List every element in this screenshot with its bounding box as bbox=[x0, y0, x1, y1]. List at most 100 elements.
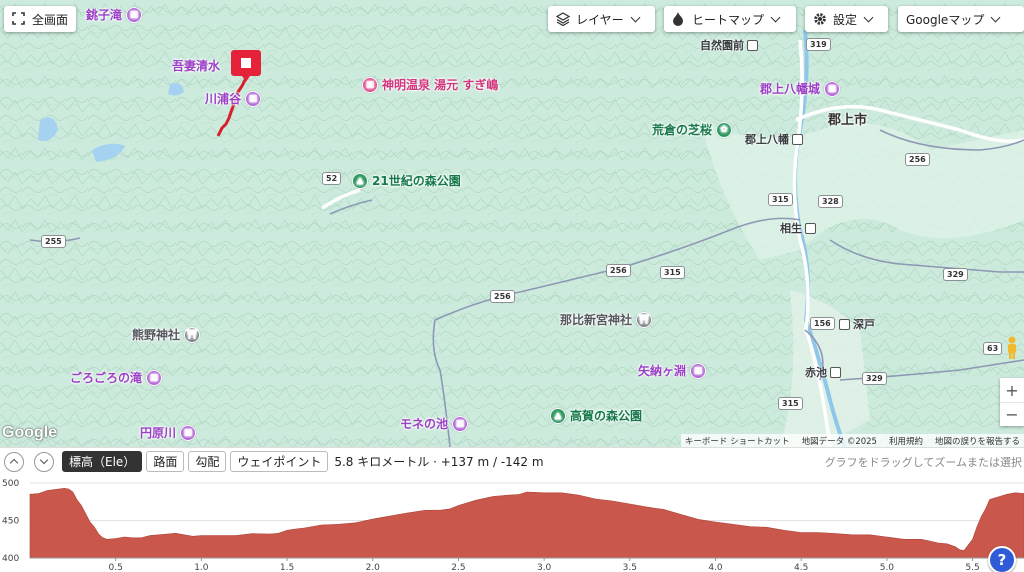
map-data-credit: 地図データ ©2025 bbox=[801, 436, 877, 447]
route-shield: 156 bbox=[810, 317, 835, 330]
fullscreen-button[interactable]: 全画面 bbox=[4, 6, 77, 32]
station-fukado[interactable]: 深戸 bbox=[836, 316, 875, 332]
map-attribution: キーボード ショートカット 地図データ ©2025 利用規約 地図の誤りを報告す… bbox=[680, 434, 1024, 447]
station-icon bbox=[839, 318, 850, 330]
keyboard-shortcuts-link[interactable]: キーボード ショートカット bbox=[685, 435, 790, 447]
town-gujo-city: 郡上市 bbox=[828, 113, 868, 128]
x-tick-label: 0.5 bbox=[109, 563, 123, 572]
collapse-up-button[interactable] bbox=[4, 451, 24, 472]
x-tick-label: 4.0 bbox=[708, 563, 723, 572]
report-error-link[interactable]: 地図の誤りを報告する bbox=[935, 435, 1020, 447]
settings-dropdown[interactable]: 設定 bbox=[805, 6, 888, 32]
place-yanagase[interactable]: 矢納ヶ淵 ▦ bbox=[638, 362, 707, 379]
google-logo: Google bbox=[2, 424, 58, 441]
x-tick-label: 2.5 bbox=[451, 563, 465, 572]
station-icon bbox=[747, 39, 758, 51]
tab-elevation[interactable]: 標高（Ele） bbox=[62, 451, 143, 472]
y-tick-label: 500 bbox=[2, 479, 19, 489]
chevron-down-icon bbox=[39, 455, 49, 465]
x-tick-label: 3.5 bbox=[623, 563, 637, 572]
chevron-down-icon bbox=[863, 12, 874, 22]
place-kumano-jinja[interactable]: 熊野神社 ⛩ bbox=[132, 326, 201, 343]
layer-dropdown[interactable]: レイヤー bbox=[548, 6, 655, 32]
route-shield: 328 bbox=[818, 195, 843, 208]
elevation-chart[interactable]: 400 450 500 0.5 1.0 1.5 2.0 2.5 3.0 3.5 4.0 4.5 5.0 5… bbox=[0, 475, 1024, 572]
x-tick-label: 5.5 bbox=[965, 563, 979, 572]
park-icon: ▲ bbox=[550, 407, 566, 424]
station-aioi[interactable]: 相生 bbox=[780, 220, 819, 236]
place-shinmei-onsen[interactable]: ▣ 神明温泉 湯元 すぎ嶋 bbox=[362, 76, 498, 93]
route-stats: 5.8 キロメートル · +137 m / -142 m bbox=[334, 455, 544, 469]
route-shield: 256 bbox=[606, 264, 631, 277]
route-shield: 329 bbox=[862, 372, 887, 385]
y-tick-label: 450 bbox=[2, 517, 19, 527]
station-shizen-enmae[interactable]: 自然園前 bbox=[700, 37, 761, 53]
elevation-toolbar: 標高（Ele） 路面 勾配 ウェイポイント 5.8 キロメートル · +137 … bbox=[0, 447, 1024, 475]
landmark-icon: ▦ bbox=[245, 90, 262, 107]
layers-icon bbox=[556, 12, 570, 26]
basemap-label: Googleマップ bbox=[906, 12, 985, 27]
park-icon: ▲ bbox=[352, 172, 368, 189]
zoom-out-button[interactable]: − bbox=[1000, 402, 1024, 426]
station-icon bbox=[830, 366, 841, 378]
route-shield: 52 bbox=[322, 172, 342, 185]
expand-down-button[interactable] bbox=[34, 451, 54, 472]
station-gujo-hachiman[interactable]: 郡上八幡 bbox=[745, 131, 806, 147]
place-takaga-mori[interactable]: ▲ 高賀の森公園 bbox=[550, 407, 642, 424]
station-icon bbox=[792, 133, 803, 145]
x-tick-label: 2.0 bbox=[366, 563, 381, 572]
help-button[interactable]: ? bbox=[988, 546, 1016, 572]
landmark-icon: ▦ bbox=[126, 6, 143, 23]
landmark-icon: ▦ bbox=[146, 369, 163, 386]
route-shield: 256 bbox=[490, 290, 515, 303]
place-kawaura-tani[interactable]: 川浦谷 ▦ bbox=[205, 90, 262, 107]
basemap-dropdown[interactable]: Googleマップ bbox=[898, 6, 1024, 32]
route-shield: 319 bbox=[806, 38, 831, 51]
x-tick-label: 3.0 bbox=[537, 563, 552, 572]
settings-label: 設定 bbox=[833, 12, 858, 27]
route-shield: 63 bbox=[983, 342, 1003, 355]
tab-surface[interactable]: 路面 bbox=[146, 451, 185, 472]
fullscreen-label: 全画面 bbox=[32, 12, 69, 27]
place-gujo-hachiman-jo[interactable]: 郡上八幡城 ▦ bbox=[760, 80, 841, 97]
heatmap-dropdown[interactable]: ヒートマップ bbox=[664, 6, 796, 32]
place-enbaragawa[interactable]: 円原川 ▦ bbox=[140, 424, 197, 441]
route-shield: 315 bbox=[768, 193, 793, 206]
zoom-control: + − bbox=[1000, 378, 1024, 426]
place-nahi-shingu[interactable]: 那比新宮神社 ⛩ bbox=[560, 311, 653, 328]
help-icon: ? bbox=[997, 551, 1007, 569]
tab-gradient[interactable]: 勾配 bbox=[188, 451, 227, 472]
map-view[interactable]: 全画面 レイヤー ヒートマップ 設定 Googleマップ 銚子滝 ▦ 吾妻清水 … bbox=[0, 0, 1024, 447]
place-mone-ike[interactable]: モネの池 ▦ bbox=[400, 415, 469, 432]
tab-waypoints[interactable]: ウェイポイント bbox=[230, 451, 329, 472]
elevation-area bbox=[29, 487, 1024, 559]
station-akaike[interactable]: 赤池 bbox=[805, 364, 844, 380]
landmark-icon: ▦ bbox=[180, 424, 197, 441]
landmark-icon: ▦ bbox=[824, 80, 841, 97]
layer-label: レイヤー bbox=[576, 12, 624, 27]
route-shield: 256 bbox=[905, 153, 930, 166]
street-view-pegman-icon[interactable] bbox=[1003, 336, 1021, 360]
heatmap-label: ヒートマップ bbox=[692, 12, 765, 27]
x-tick-label: 5.0 bbox=[880, 563, 895, 572]
place-choshi-taki[interactable]: 銚子滝 ▦ bbox=[86, 6, 143, 23]
station-icon bbox=[805, 222, 816, 234]
shrine-icon: ⛩ bbox=[184, 326, 201, 343]
place-arakura-shibazakura[interactable]: 荒倉の芝桜 ✿ bbox=[652, 121, 733, 138]
chevron-up-icon bbox=[9, 458, 19, 468]
chart-hint: グラフをドラッグしてズームまたは選択 bbox=[824, 455, 1022, 469]
terms-link[interactable]: 利用規約 bbox=[889, 435, 923, 447]
x-tick-label: 1.0 bbox=[194, 563, 209, 572]
zoom-in-button[interactable]: + bbox=[1000, 378, 1024, 402]
chevron-down-icon bbox=[990, 12, 1001, 22]
route-shield: 329 bbox=[943, 268, 968, 281]
place-mori-koen-21[interactable]: ▲ 21世紀の森公園 bbox=[352, 172, 461, 189]
chevron-down-icon bbox=[630, 12, 641, 22]
app: 全画面 レイヤー ヒートマップ 設定 Googleマップ 銚子滝 ▦ 吾妻清水 … bbox=[0, 0, 1024, 572]
place-agatsuma-shimizu[interactable]: 吾妻清水 bbox=[172, 57, 220, 74]
shrine-icon: ⛩ bbox=[636, 311, 653, 328]
route-shield: 255 bbox=[41, 235, 66, 248]
flower-icon: ✿ bbox=[716, 121, 733, 138]
place-gorogoro-taki[interactable]: ごろごろの滝 ▦ bbox=[70, 369, 163, 386]
route-shield: 315 bbox=[778, 397, 803, 410]
